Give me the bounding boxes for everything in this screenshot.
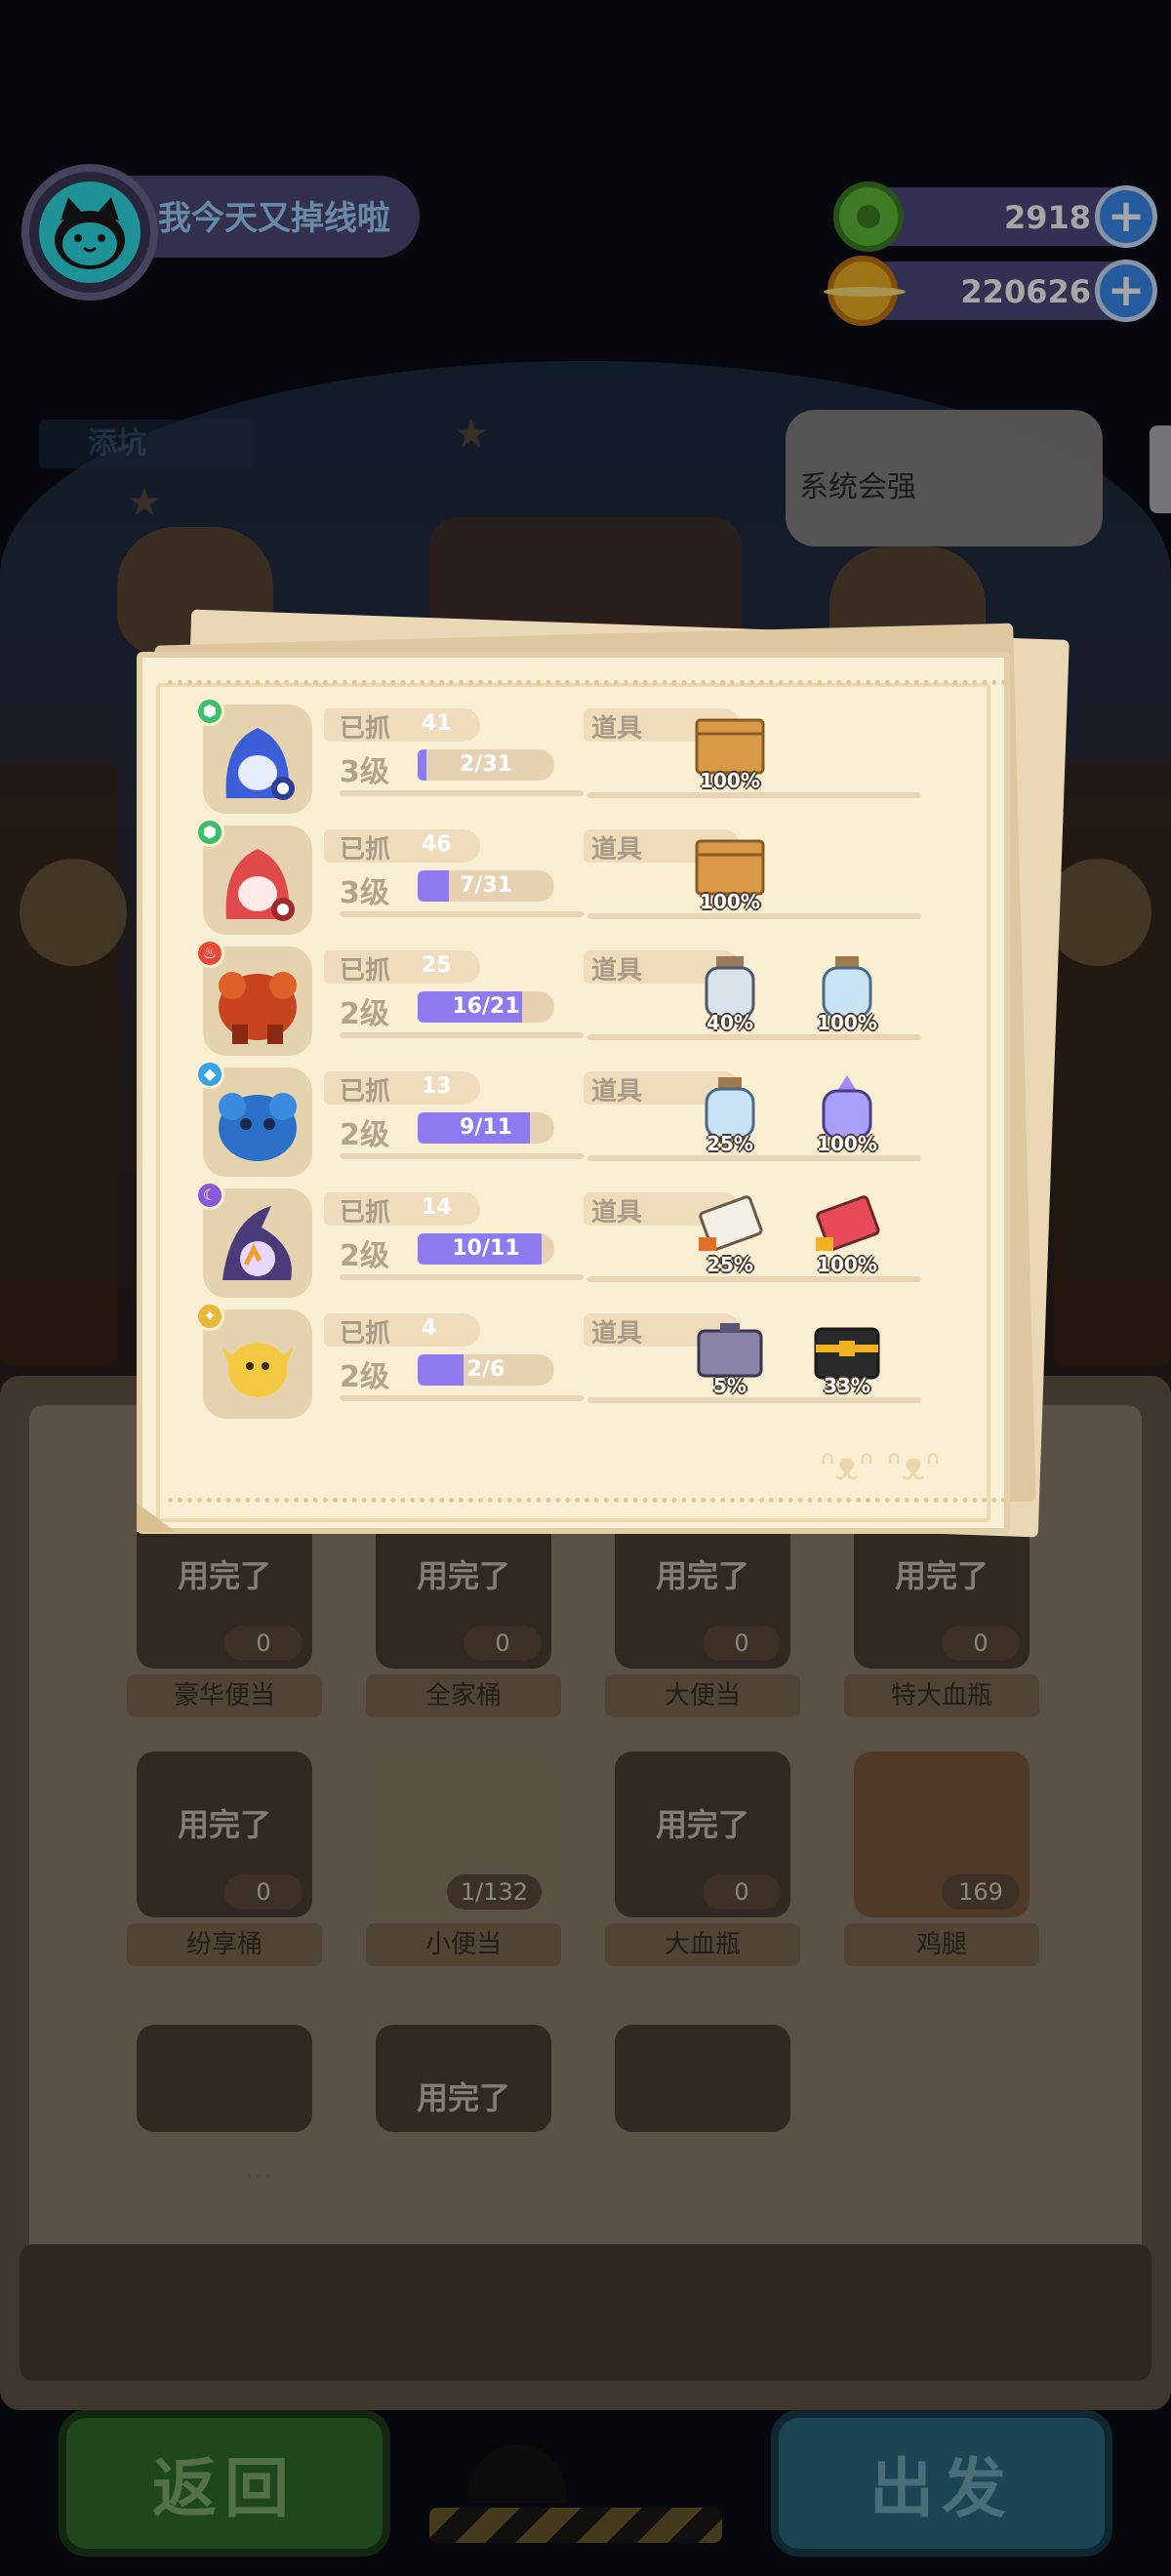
caught-label: 已抓 <box>340 956 391 986</box>
divider <box>587 1155 921 1161</box>
level-progress-text: 2/6 <box>466 1357 505 1382</box>
creature-level: 3级 <box>340 876 389 910</box>
level-progress-text: 10/11 <box>452 1236 520 1261</box>
creature-row: ⬢ 已抓 46 3级 7/31 道具 100% <box>195 818 947 939</box>
caught-label: 已抓 <box>340 714 391 744</box>
divider <box>340 790 584 796</box>
level-progress-text: 2/31 <box>460 752 512 777</box>
item-drop-rate: 33% <box>824 1374 870 1397</box>
cardboard-box-icon[interactable]: 100% <box>691 710 769 792</box>
scroll-icon[interactable]: 25% <box>691 1194 769 1276</box>
divider <box>340 1032 584 1038</box>
caught-label: 已抓 <box>340 1077 391 1107</box>
level-progress-text: 7/31 <box>460 873 512 898</box>
gold-treasure-box-icon[interactable]: 33% <box>808 1315 886 1397</box>
caught-count: 4 <box>422 1316 437 1341</box>
divider <box>340 1153 584 1159</box>
creature-row: ◆ 已抓 13 2级 9/11 道具 25% 100% <box>195 1060 947 1181</box>
caught-label: 已抓 <box>340 1319 391 1348</box>
divider <box>587 792 921 798</box>
creature-level: 2级 <box>340 1239 389 1273</box>
element-badge-icon: ♨ <box>195 939 224 968</box>
item-drop-rate: 100% <box>700 890 760 913</box>
creature-level: 3级 <box>340 755 389 789</box>
item-drop-rate: 5% <box>713 1374 747 1397</box>
item-drop-rate: 100% <box>817 1011 877 1034</box>
caught-count: 13 <box>422 1074 452 1099</box>
creature-row: ☾ 已抓 14 2级 10/11 道具 25% 100% <box>195 1181 947 1302</box>
items-label: 道具 <box>591 1077 643 1107</box>
creature-level: 2级 <box>340 1360 389 1394</box>
divider <box>340 1274 584 1280</box>
item-drop-rate: 100% <box>700 769 760 792</box>
level-progress-bar: 2/31 <box>418 749 554 781</box>
level-progress-bar: 2/6 <box>418 1354 554 1386</box>
divider <box>587 1397 921 1403</box>
caught-count: 41 <box>422 711 452 736</box>
divider <box>587 1276 921 1282</box>
level-progress-bar: 7/31 <box>418 870 554 902</box>
divider <box>340 911 584 917</box>
item-drop-rate: 40% <box>707 1011 753 1034</box>
creature-level: 2级 <box>340 997 389 1031</box>
milk-bottle-icon[interactable]: 40% <box>691 952 769 1034</box>
element-badge-icon: ☾ <box>195 1181 224 1210</box>
panel-top-trim <box>168 664 1007 685</box>
divider <box>340 1395 584 1401</box>
caught-count: 25 <box>422 953 452 978</box>
creature-row: ✦ 已抓 4 2级 2/6 道具 5% 33% <box>195 1302 947 1423</box>
purple-suitcase-icon[interactable]: 5% <box>691 1315 769 1397</box>
creature-row: ⬢ 已抓 41 3级 2/31 道具 100% <box>195 697 947 818</box>
items-label: 道具 <box>591 835 643 865</box>
item-drop-rate: 100% <box>817 1253 877 1276</box>
level-progress-text: 16/21 <box>452 994 520 1019</box>
level-progress-bar: 9/11 <box>418 1112 554 1144</box>
items-label: 道具 <box>591 1198 643 1228</box>
level-progress-bar: 16/21 <box>418 991 554 1023</box>
items-label: 道具 <box>591 714 643 744</box>
panel-bottom-trim <box>168 1498 1007 1519</box>
cardboard-box-icon[interactable]: 100% <box>691 831 769 913</box>
caught-count: 14 <box>422 1195 452 1220</box>
item-drop-rate: 100% <box>817 1132 877 1155</box>
creature-level: 2级 <box>340 1118 389 1152</box>
item-drop-rate: 25% <box>707 1132 753 1155</box>
creature-row: ♨ 已抓 25 2级 16/21 道具 40% 100% <box>195 939 947 1060</box>
item-drop-rate: 25% <box>707 1253 753 1276</box>
items-label: 道具 <box>591 956 643 986</box>
element-badge-icon: ◆ <box>195 1060 224 1089</box>
divider <box>587 1034 921 1040</box>
paw-decoration-icon: ᐢᴥᐢ ᐢᴥᐢ <box>820 1444 941 1489</box>
level-progress-text: 9/11 <box>460 1115 512 1140</box>
element-badge-icon: ⬢ <box>195 818 224 847</box>
caught-label: 已抓 <box>340 835 391 865</box>
divider <box>587 913 921 919</box>
water-bottle-icon[interactable]: 100% <box>808 952 886 1034</box>
water-bottle-icon[interactable]: 25% <box>691 1073 769 1155</box>
purple-potion-icon[interactable]: 100% <box>808 1073 886 1155</box>
red-scroll-icon[interactable]: 100% <box>808 1194 886 1276</box>
caught-count: 46 <box>422 832 452 857</box>
level-progress-bar: 10/11 <box>418 1233 554 1265</box>
element-badge-icon: ✦ <box>195 1302 224 1331</box>
items-label: 道具 <box>591 1319 643 1348</box>
element-badge-icon: ⬢ <box>195 697 224 726</box>
caught-label: 已抓 <box>340 1198 391 1228</box>
